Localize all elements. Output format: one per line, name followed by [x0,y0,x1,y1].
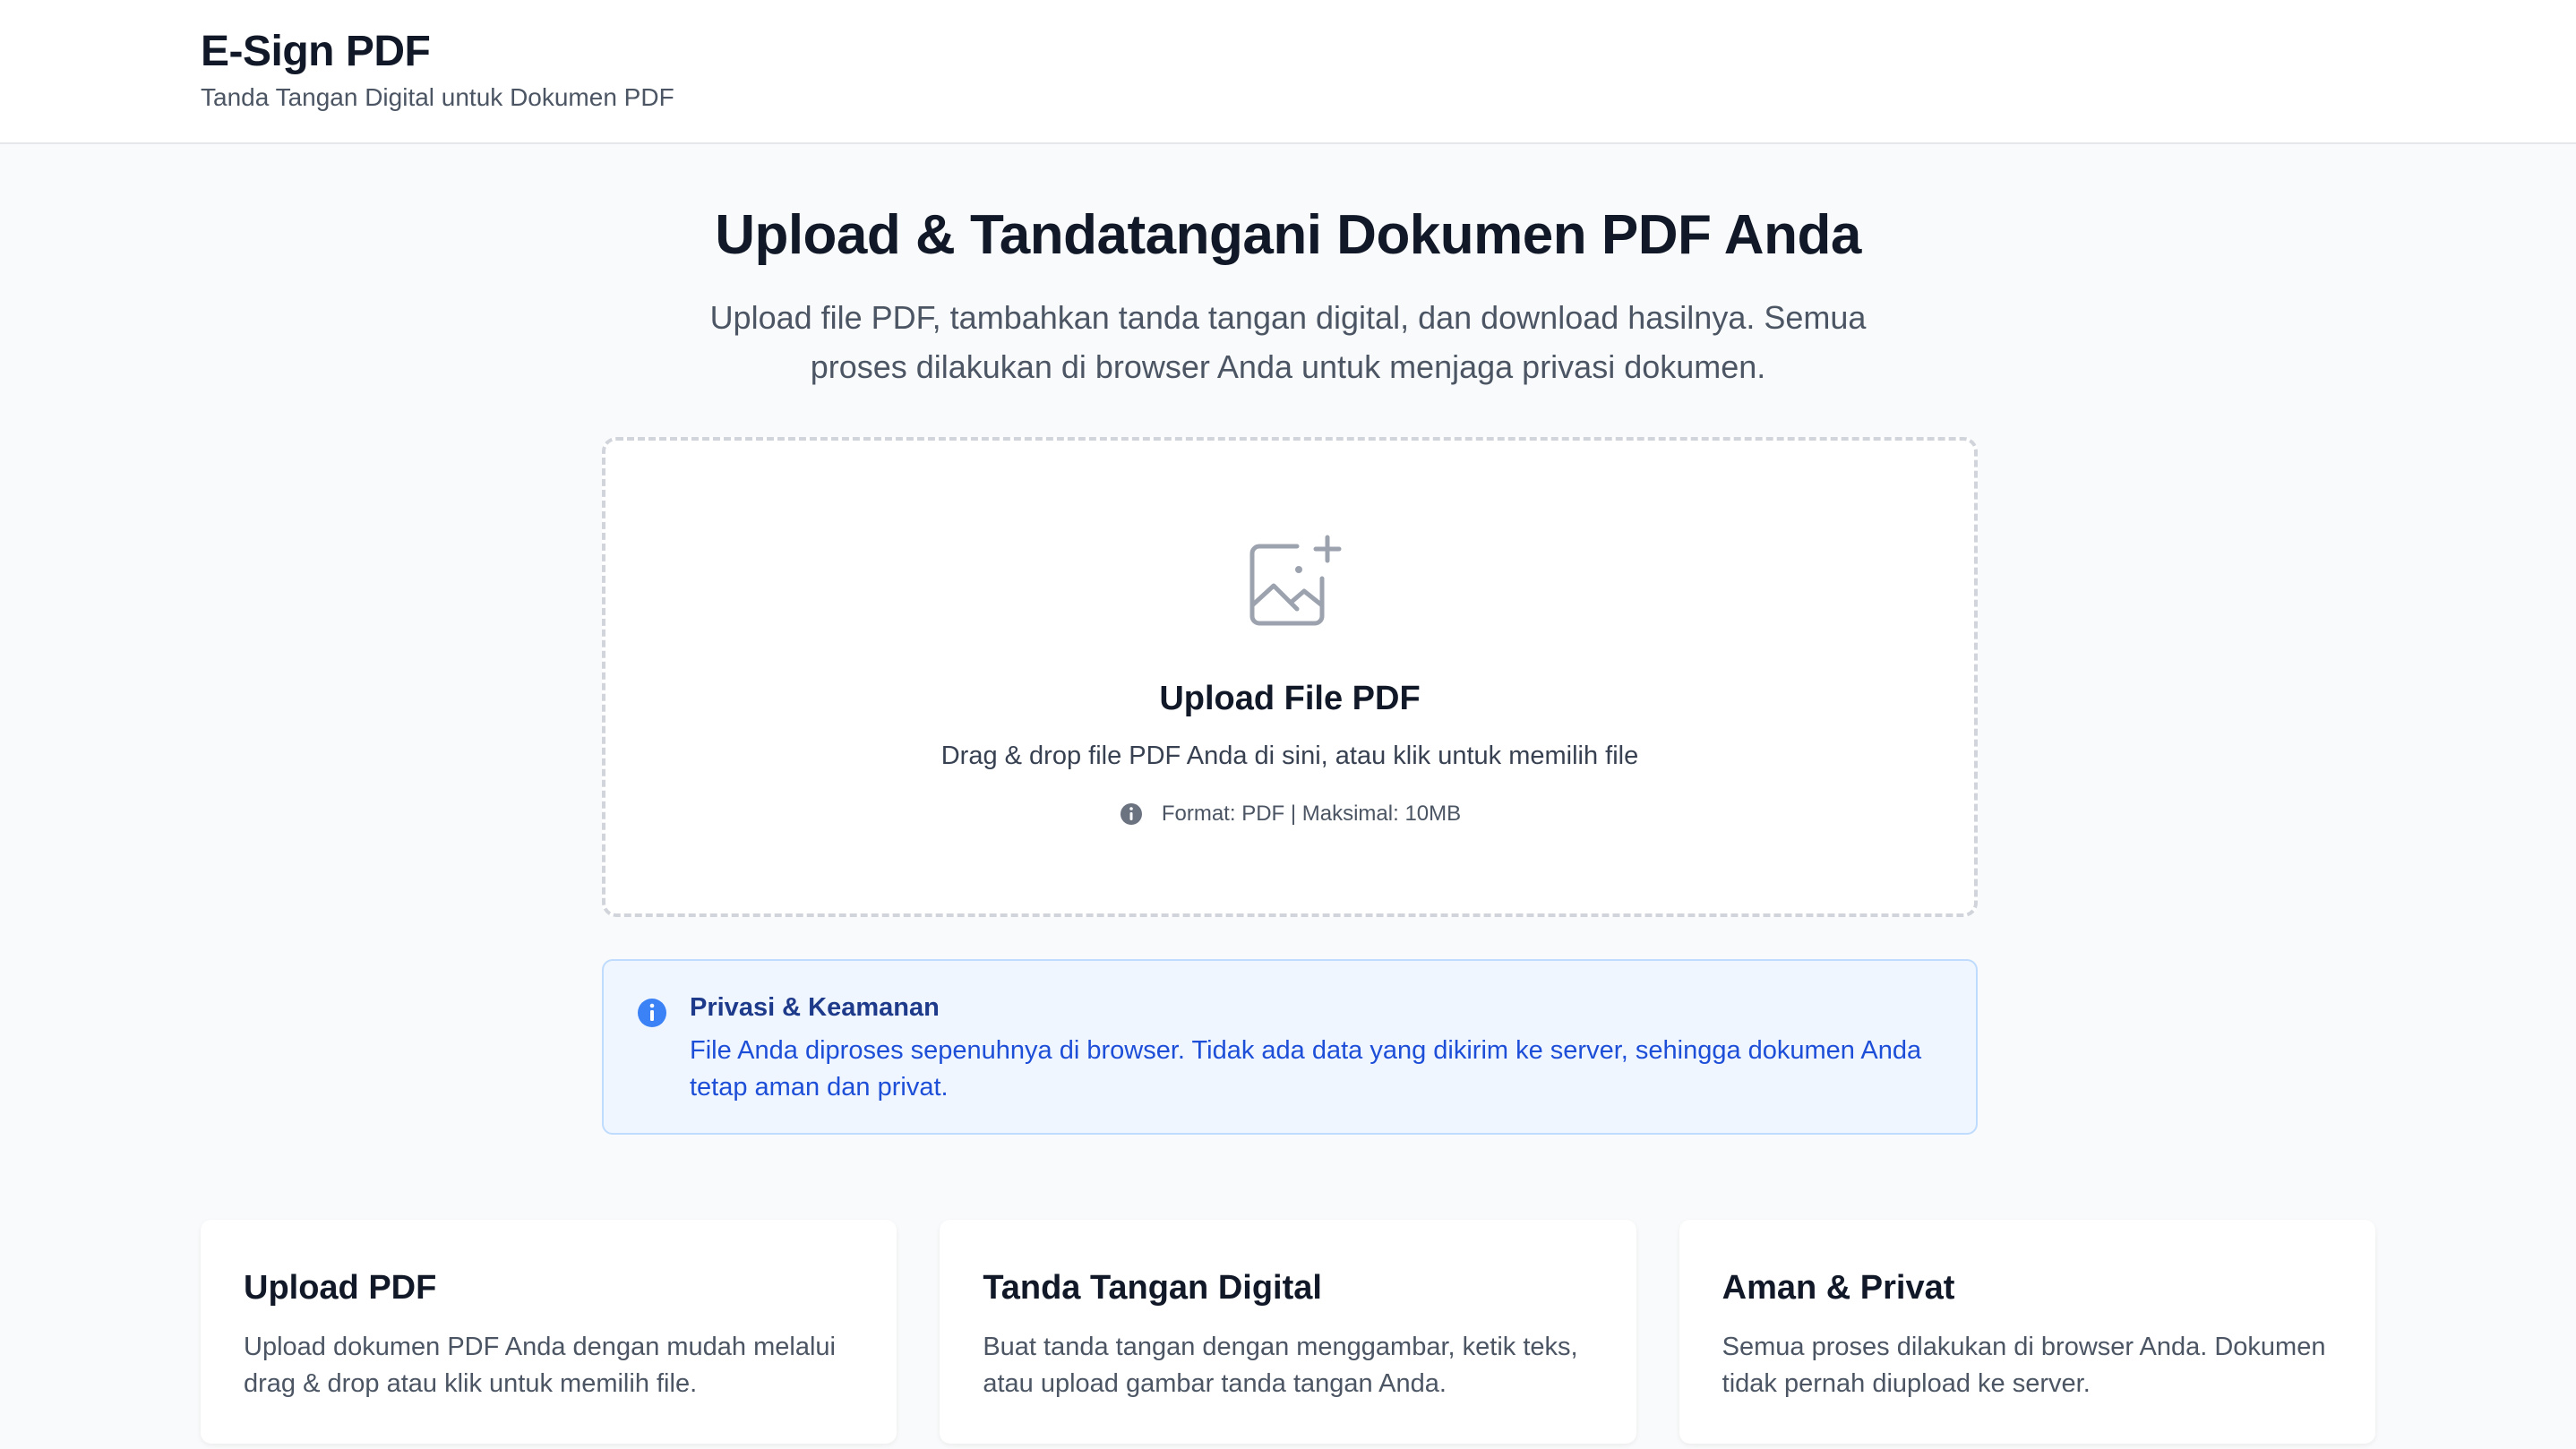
pdf-upload-dropzone[interactable]: Upload File PDF Drag & drop file PDF And… [602,437,1978,917]
hero-section: Upload & Tandatangani Dokumen PDF Anda U… [0,144,2576,391]
app-title: E-Sign PDF [201,28,431,75]
info-icon [638,999,666,1027]
privacy-title: Privasi & Keamanan [690,993,940,1022]
image-plus-icon [1249,535,1342,626]
upload-description: Drag & drop file PDF Anda di sini, atau … [940,742,1639,770]
feature-title: Aman & Privat [1722,1269,1955,1307]
feature-card-signature: Tanda Tangan Digital Buat tanda tangan d… [940,1220,1636,1444]
feature-card-privacy: Aman & Privat Semua proses dilakukan di … [1679,1220,2375,1444]
feature-title: Tanda Tangan Digital [983,1269,1322,1307]
page-description: Upload file PDF, tambahkan tanda tangan … [709,299,1867,385]
upload-format-info: Format: PDF | Maksimal: 10MB [605,799,1974,829]
feature-title: Upload PDF [244,1269,437,1307]
app-header: E-Sign PDF Tanda Tangan Digital untuk Do… [0,0,2576,144]
info-icon [1120,803,1142,825]
privacy-notice: Privasi & Keamanan File Anda diproses se… [602,959,1978,1135]
app-subtitle: Tanda Tangan Digital untuk Dokumen PDF [201,83,674,111]
feature-description: Buat tanda tangan dengan menggambar, ket… [983,1333,1578,1398]
feature-card-upload: Upload PDF Upload dokumen PDF Anda denga… [201,1220,897,1444]
brand: E-Sign PDF Tanda Tangan Digital untuk Do… [201,25,674,115]
upload-title: Upload File PDF [1159,680,1421,717]
privacy-text: File Anda diproses sepenuhnya di browser… [690,1036,1922,1102]
feature-list: Upload PDF Upload dokumen PDF Anda denga… [201,1220,2375,1444]
upload-format-text: Format: PDF | Maksimal: 10MB [1161,802,1462,826]
feature-description: Semua proses dilakukan di browser Anda. … [1722,1333,2326,1398]
page-title: Upload & Tandatangani Dokumen PDF Anda [715,204,1861,266]
feature-description: Upload dokumen PDF Anda dengan mudah mel… [244,1333,836,1398]
